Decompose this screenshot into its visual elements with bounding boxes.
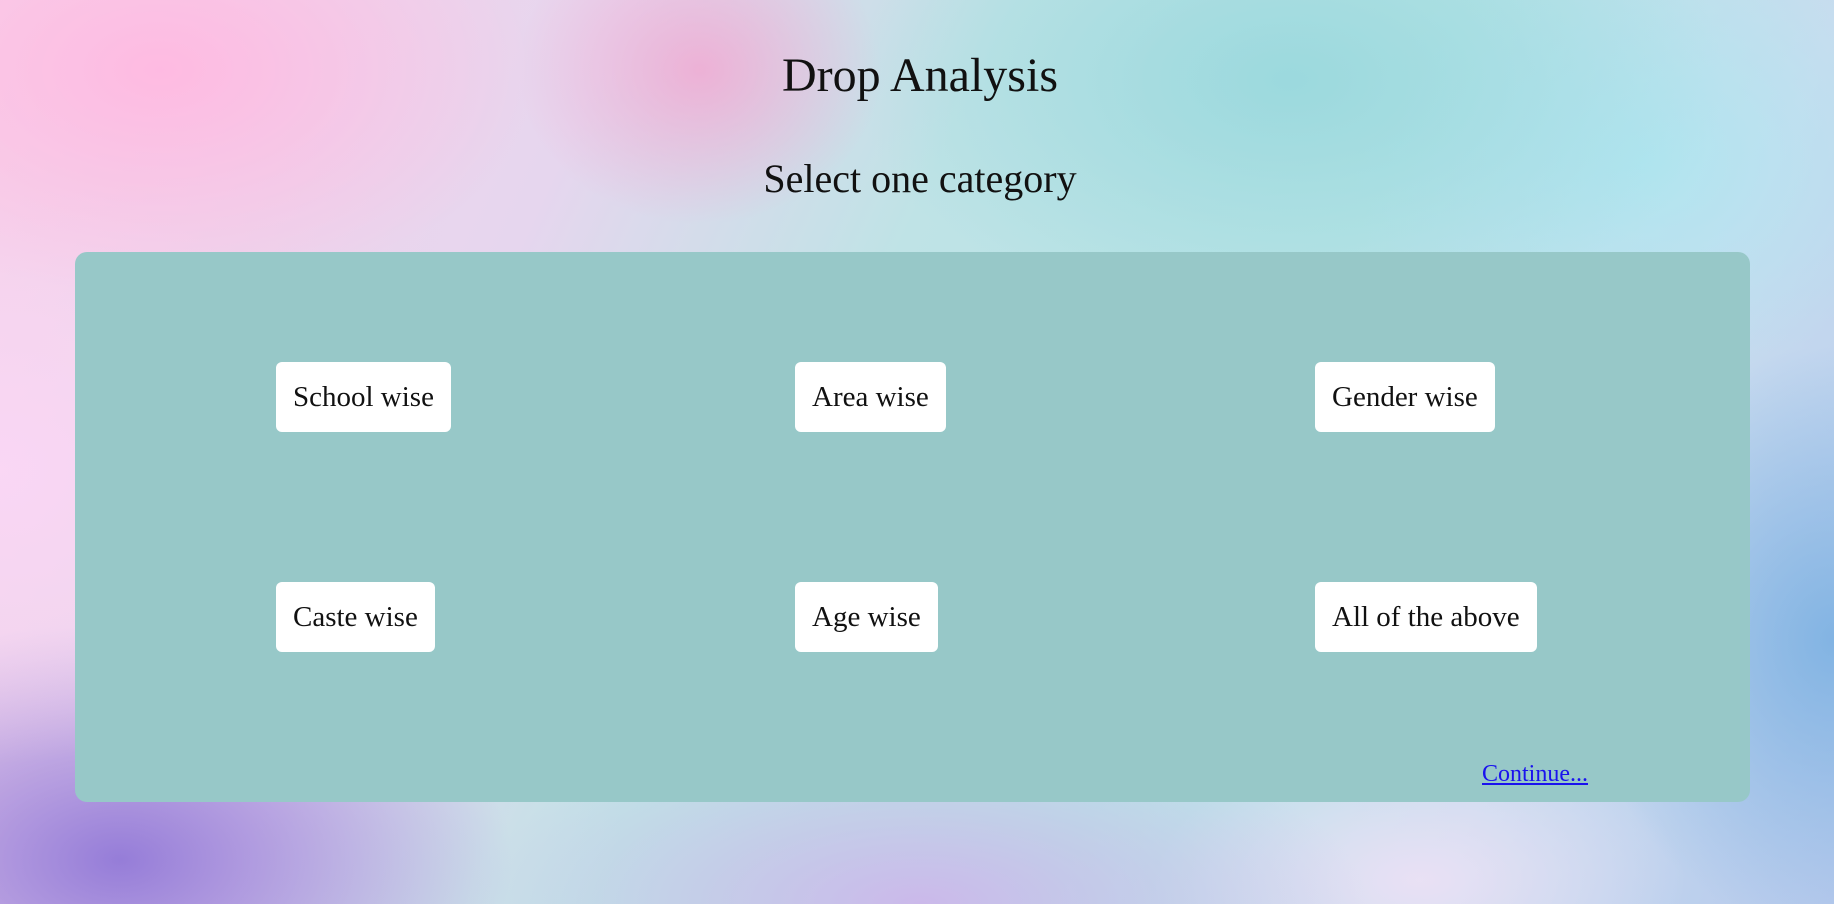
- gender-wise-button[interactable]: Gender wise: [1315, 362, 1495, 432]
- page-title: Drop Analysis: [782, 49, 1058, 102]
- page-subtitle: Select one category: [763, 156, 1077, 201]
- age-wise-button[interactable]: Age wise: [795, 582, 938, 652]
- continue-link[interactable]: Continue...: [1482, 761, 1588, 788]
- area-wise-button[interactable]: Area wise: [795, 362, 946, 432]
- category-panel: [75, 252, 1750, 802]
- caste-wise-button[interactable]: Caste wise: [276, 582, 435, 652]
- school-wise-button[interactable]: School wise: [276, 362, 451, 432]
- all-of-the-above-button[interactable]: All of the above: [1315, 582, 1537, 652]
